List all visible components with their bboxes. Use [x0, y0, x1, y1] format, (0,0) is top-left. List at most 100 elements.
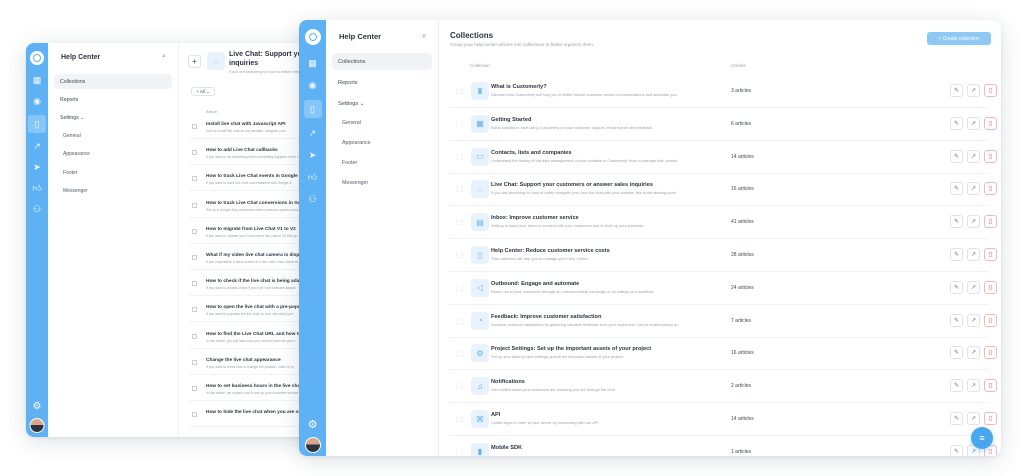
delete-icon[interactable]: ▯: [984, 379, 997, 393]
open-external-icon[interactable]: ↗: [967, 280, 980, 294]
nav-general[interactable]: General: [342, 120, 361, 126]
open-external-icon[interactable]: ↗: [967, 248, 980, 261]
drag-handle-icon[interactable]: ⋮⋮: [454, 383, 465, 390]
edit-icon[interactable]: ✎: [950, 84, 963, 97]
open-external-icon[interactable]: ↗: [967, 215, 980, 229]
delete-icon[interactable]: ▯: [984, 313, 997, 327]
collection-row[interactable]: ⋮⋮ ♫ Notifications Get notified when your c…: [449, 370, 997, 404]
collection-title[interactable]: What is Customerly?: [491, 84, 547, 90]
open-external-icon[interactable]: ↗: [967, 313, 980, 327]
collection-title[interactable]: Inbox: Improve customer service: [491, 215, 579, 221]
article-checkbox[interactable]: [192, 255, 197, 260]
edit-icon[interactable]: ✎: [950, 116, 963, 130]
collection-row[interactable]: ⋮⋮ ▦ Getting Started Basic tutorials to sta…: [449, 108, 997, 141]
collection-row[interactable]: ⋮⋮ ▭ Contacts, lists and companies Understa…: [449, 141, 997, 174]
delete-icon[interactable]: ▯: [984, 84, 997, 97]
collection-title[interactable]: Contacts, lists and companies: [491, 150, 572, 156]
drag-handle-icon[interactable]: ⋮⋮: [454, 88, 465, 95]
edit-icon[interactable]: ✎: [950, 412, 963, 425]
collection-title[interactable]: Outbound: Engage and automate: [491, 281, 579, 287]
article-title[interactable]: How to set business hours in the live ch…: [206, 384, 302, 389]
inbox-icon[interactable]: ◉: [306, 78, 320, 92]
drag-handle-icon[interactable]: ⋮⋮: [454, 121, 465, 128]
edit-icon[interactable]: ✎: [950, 346, 963, 360]
drag-handle-icon[interactable]: ⋮⋮: [454, 449, 465, 456]
article-checkbox[interactable]: [192, 333, 197, 339]
article-title[interactable]: Install live chat with Javascript API: [206, 122, 286, 127]
drag-handle-icon[interactable]: ⋮⋮: [454, 416, 465, 423]
collection-title[interactable]: Notifications: [491, 379, 525, 385]
collection-title[interactable]: Feedback: Improve customer satisfaction: [491, 314, 601, 320]
open-external-icon[interactable]: ↗: [967, 149, 980, 163]
article-checkbox[interactable]: [192, 412, 197, 418]
edit-icon[interactable]: ✎: [950, 182, 963, 196]
delete-icon[interactable]: ▯: [984, 215, 997, 229]
open-external-icon[interactable]: ↗: [967, 412, 980, 425]
send-icon[interactable]: ➤: [306, 148, 320, 162]
article-checkbox[interactable]: [192, 228, 197, 234]
help-center-icon[interactable]: ▯: [303, 100, 322, 118]
nav-footer[interactable]: Footer: [63, 170, 77, 176]
nav-footer[interactable]: Footer: [342, 160, 357, 166]
collection-row[interactable]: ⋮⋮ ◌ Live Chat: Support your customers or …: [449, 173, 997, 207]
nav-appearance[interactable]: Appearance: [342, 140, 371, 146]
article-checkbox[interactable]: [192, 202, 197, 208]
nav-settings[interactable]: Settings ⌄: [332, 96, 432, 111]
article-title[interactable]: How to migrate from Live Chat V1 to V2: [206, 227, 296, 232]
customerly-logo-icon[interactable]: [30, 51, 44, 65]
drag-handle-icon[interactable]: ⋮⋮: [454, 154, 465, 161]
article-checkbox[interactable]: [192, 124, 197, 129]
collection-title[interactable]: Live Chat: Support your customers or ans…: [491, 182, 653, 188]
search-icon[interactable]: ⌕: [422, 31, 426, 41]
inbox-icon[interactable]: ◉: [30, 94, 44, 108]
nav-collections[interactable]: Collections: [54, 74, 172, 89]
article-checkbox[interactable]: [192, 307, 197, 313]
collection-title[interactable]: Help Center: Reduce customer service cos…: [491, 248, 610, 254]
open-external-icon[interactable]: ↗: [967, 182, 980, 196]
nav-general[interactable]: General: [63, 133, 81, 139]
open-external-icon[interactable]: ↗: [967, 116, 980, 130]
collection-row[interactable]: ⋮⋮ ▮ Mobile SDK 1 articles ✎ ↗ ▯: [449, 436, 997, 456]
analytics-icon[interactable]: ↗: [306, 126, 320, 140]
collection-row[interactable]: ⋮⋮ ◁ Outbound: Engage and automate Reach ou…: [449, 272, 997, 305]
collection-title[interactable]: Getting Started: [491, 117, 531, 123]
analytics-icon[interactable]: ↗: [30, 139, 44, 153]
collection-row[interactable]: ⋮⋮ ⚙ Project Settings: Set up the importan…: [449, 337, 997, 371]
dashboard-icon[interactable]: ▦: [306, 56, 320, 70]
open-external-icon[interactable]: ↗: [967, 346, 980, 360]
settings-gear-icon[interactable]: ⚙: [308, 418, 318, 431]
dashboard-icon[interactable]: ▦: [30, 73, 44, 87]
article-checkbox[interactable]: [192, 176, 197, 182]
collection-row[interactable]: ⋮⋮ ⌘ API Create Apps in order to your serve…: [449, 403, 997, 436]
filter-dropdown[interactable]: + All ⌄: [191, 87, 215, 96]
nav-reports[interactable]: Reports: [332, 75, 432, 90]
edit-icon[interactable]: ✎: [950, 215, 963, 229]
edit-icon[interactable]: ✎: [950, 379, 963, 393]
drag-handle-icon[interactable]: ⋮⋮: [454, 318, 465, 325]
article-checkbox[interactable]: [192, 150, 197, 156]
help-center-icon[interactable]: ▯: [28, 115, 46, 133]
open-external-icon[interactable]: ↗: [967, 379, 980, 393]
collection-row[interactable]: ⋮⋮ ▤ Inbox: Improve customer service Gettin…: [449, 206, 997, 240]
customerly-logo-icon[interactable]: [304, 29, 321, 45]
delete-icon[interactable]: ▯: [984, 280, 997, 294]
nav-settings[interactable]: Settings ⌄: [54, 111, 172, 125]
settings-gear-icon[interactable]: ⚙: [33, 401, 42, 412]
delete-icon[interactable]: ▯: [984, 412, 997, 425]
send-icon[interactable]: ➤: [30, 160, 44, 174]
help-launcher-button[interactable]: ≡: [971, 427, 993, 449]
delete-icon[interactable]: ▯: [984, 116, 997, 130]
edit-icon[interactable]: ✎: [950, 280, 963, 294]
collection-title[interactable]: Mobile SDK: [491, 445, 522, 451]
drag-handle-icon[interactable]: ⋮⋮: [454, 350, 465, 357]
article-title[interactable]: Change the live chat appearance: [206, 358, 281, 363]
open-external-icon[interactable]: ↗: [967, 84, 980, 97]
collection-row[interactable]: ⋮⋮ ♜ What is Customerly? Discover how Custo…: [449, 75, 997, 108]
article-title[interactable]: How to add Live Chat callbacks: [206, 148, 278, 153]
drag-handle-icon[interactable]: ⋮⋮: [454, 219, 465, 226]
delete-icon[interactable]: ▯: [984, 346, 997, 360]
drag-handle-icon[interactable]: ⋮⋮: [454, 186, 465, 193]
search-icon[interactable]: ⌕: [162, 53, 166, 61]
drag-handle-icon[interactable]: ⋮⋮: [454, 252, 465, 259]
edit-icon[interactable]: ✎: [950, 444, 963, 456]
